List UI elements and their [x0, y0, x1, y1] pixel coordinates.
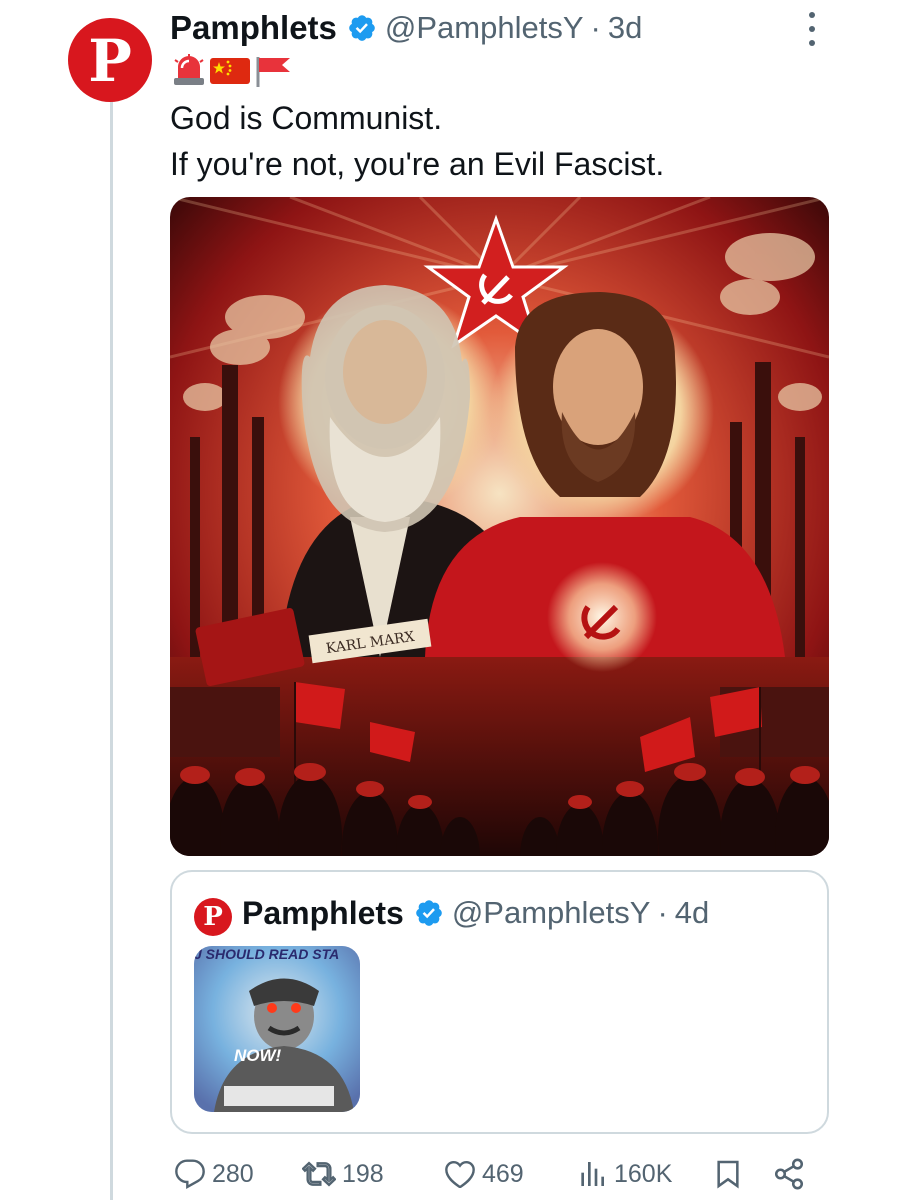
- view-count: 160K: [614, 1159, 673, 1188]
- separator-dot: ·: [590, 10, 601, 45]
- quoted-tweet-header: Pamphlets @PamphletsY · 4d: [242, 892, 709, 934]
- quoted-handle: @PamphletsY: [451, 895, 651, 930]
- siren-emoji-icon: [172, 54, 206, 86]
- thread-line: [110, 100, 113, 1200]
- avatar[interactable]: P: [68, 18, 152, 102]
- separator-dot: ·: [657, 895, 668, 930]
- retweet-count: 198: [342, 1159, 384, 1188]
- heart-icon: [445, 1160, 475, 1189]
- quoted-avatar: P: [194, 898, 232, 936]
- handle[interactable]: @PamphletsY: [385, 10, 584, 46]
- quoted-tweet[interactable]: P Pamphlets @PamphletsY · 4d J SHOULD RE…: [170, 870, 829, 1134]
- analytics-icon: [581, 1162, 604, 1186]
- tweet-text: God is Communist. If you're not, you're …: [170, 95, 664, 187]
- share-button[interactable]: [772, 1157, 812, 1191]
- like-button[interactable]: 469: [444, 1158, 524, 1190]
- tweet-header: Pamphlets @PamphletsY · 3d: [170, 6, 642, 50]
- like-count: 469: [482, 1159, 524, 1188]
- more-options-icon[interactable]: [800, 12, 824, 46]
- quoted-tweet-thumbnail[interactable]: J SHOULD READ STA NOW!: [194, 946, 360, 1112]
- retweet-button[interactable]: 198: [302, 1158, 384, 1190]
- bio-emojis: [172, 54, 294, 87]
- action-bar: 280 198 469 160K: [172, 1150, 812, 1198]
- tweet-text-line: God is Communist.: [170, 100, 443, 136]
- reply-button[interactable]: 280: [174, 1158, 254, 1190]
- retweet-icon: [302, 1161, 336, 1187]
- china-flag-emoji-icon: [210, 55, 250, 85]
- display-name[interactable]: Pamphlets: [170, 9, 337, 47]
- quoted-timestamp: 4d: [674, 895, 710, 930]
- verified-badge-icon: [347, 13, 377, 43]
- verified-badge-icon: [414, 898, 444, 928]
- timestamp[interactable]: 3d: [608, 10, 642, 46]
- reply-count: 280: [212, 1159, 254, 1188]
- bookmark-button[interactable]: [712, 1157, 750, 1191]
- quoted-display-name: Pamphlets: [242, 894, 404, 931]
- avatar-letter: P: [88, 27, 132, 95]
- quoted-avatar-letter: P: [203, 902, 223, 932]
- thumbnail-caption-bottom: NOW!: [234, 1046, 282, 1065]
- thumbnail-caption-top: J SHOULD READ STA: [194, 946, 340, 962]
- reply-icon: [175, 1159, 205, 1189]
- tweet-text-line: If you're not, you're an Evil Fascist.: [170, 146, 665, 182]
- bookmark-icon: [717, 1160, 739, 1189]
- share-icon: [774, 1158, 804, 1190]
- red-flag-emoji-icon: [254, 55, 294, 87]
- views-button[interactable]: 160K: [576, 1158, 672, 1190]
- tweet-image[interactable]: KARL MARX: [170, 197, 829, 856]
